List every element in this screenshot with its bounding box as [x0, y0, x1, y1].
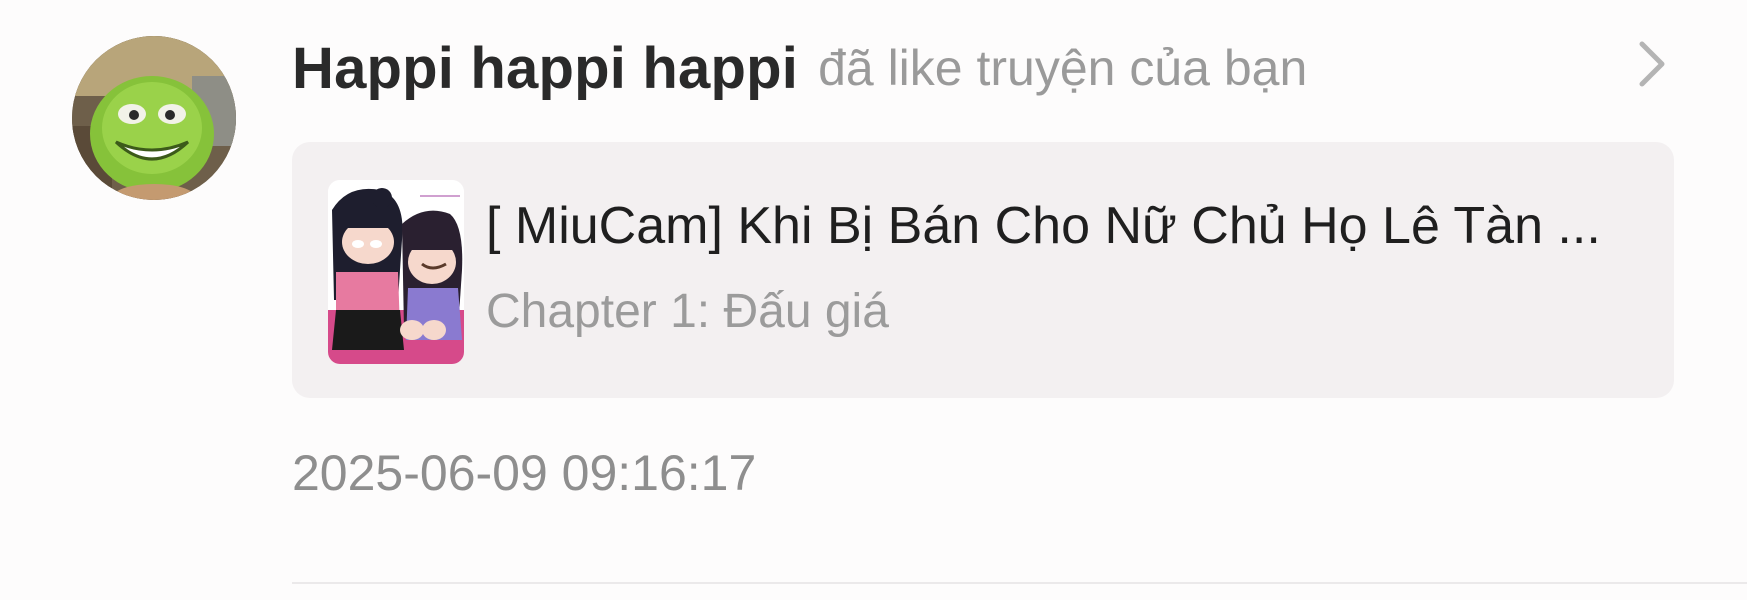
avatar-image [72, 36, 236, 200]
username[interactable]: Happi happi happi [292, 35, 798, 102]
like-notification-item[interactable]: Happi happi happi đã like truyện của bạn [0, 0, 1747, 600]
notification-header: Happi happi happi đã like truyện của bạn [292, 30, 1307, 106]
user-avatar[interactable] [72, 36, 236, 200]
timestamp: 2025-06-09 09:16:17 [292, 445, 757, 501]
chapter-title: Chapter 1: Đấu giá [486, 285, 889, 338]
chevron-right-icon[interactable] [1632, 36, 1672, 92]
action-text: đã like truyện của bạn [818, 40, 1308, 96]
divider [292, 582, 1747, 584]
story-title[interactable]: [ MiuCam] Khi Bị Bán Cho Nữ Chủ Họ Lê Tà… [486, 196, 1646, 256]
story-card[interactable]: [ MiuCam] Khi Bị Bán Cho Nữ Chủ Họ Lê Tà… [292, 142, 1674, 398]
story-cover-image [328, 180, 464, 364]
